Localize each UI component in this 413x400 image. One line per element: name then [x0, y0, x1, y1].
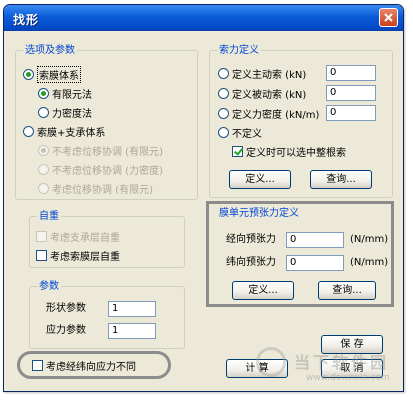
radio-label: 索膜体系 — [37, 65, 81, 83]
radio-icon — [218, 126, 229, 138]
checkbox-cable-layer[interactable]: 考虑索膜层自重 — [36, 248, 120, 263]
close-button[interactable] — [379, 8, 398, 27]
radio-icon — [23, 68, 34, 80]
radio-label: 定义主动索 (kN) — [232, 69, 307, 81]
checkbox-label: 考虑索膜层自重 — [50, 251, 120, 263]
prestress-define-button[interactable]: 定义... — [232, 281, 294, 300]
weft-prestress-unit: (N/mm) — [350, 257, 389, 268]
radio-label: 不考虑位移协调 (有限元) — [52, 146, 163, 158]
params-group: 参数 — [29, 280, 185, 349]
close-icon — [384, 13, 393, 22]
radio-label: 定义被动索 (kN) — [232, 89, 307, 101]
radio-label: 力密度法 — [52, 108, 92, 120]
warp-prestress-unit: (N/mm) — [350, 234, 389, 245]
radio-cable-membrane[interactable]: 索膜体系 — [23, 65, 81, 83]
stress-param-label: 应力参数 — [46, 325, 86, 336]
cancel-button[interactable]: 取 消 — [321, 359, 383, 378]
self-weight-legend: 自重 — [37, 210, 61, 223]
warp-prestress-input[interactable]: 0 — [286, 232, 344, 248]
checkbox-label: 定义时可以选中整根索 — [246, 147, 346, 159]
radio-icon — [218, 107, 229, 119]
checkbox-icon — [36, 230, 47, 242]
radio-label: 有限元法 — [52, 89, 92, 101]
radio-icon — [38, 182, 49, 194]
options-legend: 选项及参数 — [23, 44, 77, 57]
checkbox-label: 考虑支承层自重 — [50, 232, 120, 244]
calculate-button[interactable]: 计 算 — [226, 359, 288, 378]
radio-disp-opt3[interactable]: 考虑位移协调 (有限元) — [38, 181, 153, 196]
radio-cable-membrane-support[interactable]: 索膜+支承体系 — [23, 124, 106, 139]
radio-active-cable[interactable]: 定义主动索 (kN) — [218, 66, 307, 81]
radio-icon — [23, 125, 34, 137]
title-bar: 找形 — [4, 5, 403, 31]
cable-force-legend: 索力定义 — [217, 44, 261, 57]
stress-param-input[interactable]: 1 — [108, 323, 156, 339]
radio-label: 考虑位移协调 (有限元) — [52, 184, 153, 196]
radio-passive-cable[interactable]: 定义被动索 (kN) — [218, 86, 307, 101]
force-density-input[interactable]: 0 — [326, 105, 376, 121]
radio-icon — [38, 163, 49, 175]
radio-finite-element[interactable]: 有限元法 — [38, 86, 92, 101]
save-button[interactable]: 保 存 — [321, 335, 383, 354]
radio-icon — [38, 144, 49, 156]
active-cable-input[interactable]: 0 — [326, 65, 376, 81]
prestress-query-button[interactable]: 查询... — [318, 281, 376, 300]
shape-param-input[interactable]: 1 — [108, 301, 156, 317]
radio-icon — [218, 87, 229, 99]
highlight-oval — [17, 351, 171, 379]
radio-label: 定义力密度 (kN/m) — [232, 109, 320, 121]
radio-disp-opt2[interactable]: 不考虑位移协调 (力密度) — [38, 162, 163, 177]
shape-param-label: 形状参数 — [46, 303, 86, 314]
checkbox-icon — [232, 145, 243, 157]
radio-force-density-def[interactable]: 定义力密度 (kN/m) — [218, 106, 320, 121]
radio-undefined[interactable]: 不定义 — [218, 125, 262, 140]
weft-prestress-input[interactable]: 0 — [286, 255, 344, 271]
radio-icon — [38, 87, 49, 99]
cable-query-button[interactable]: 查询... — [310, 170, 372, 189]
radio-label: 不考虑位移协调 (力密度) — [52, 165, 163, 177]
window-title: 找形 — [13, 13, 40, 27]
radio-icon — [38, 106, 49, 118]
prestress-legend: 膜单元预张力定义 — [217, 207, 301, 220]
params-legend: 参数 — [37, 280, 61, 293]
radio-force-density[interactable]: 力密度法 — [38, 105, 92, 120]
checkbox-icon — [36, 249, 47, 261]
radio-label: 不定义 — [232, 128, 262, 140]
radio-icon — [218, 67, 229, 79]
dialog-window: 找形 选项及参数 索膜体系 有限元法 力密度法 索膜+支承体系 不考虑位移协调 … — [3, 4, 404, 392]
checkbox-support-layer[interactable]: 考虑支承层自重 — [36, 229, 120, 244]
checkbox-select-whole-cable[interactable]: 定义时可以选中整根索 — [232, 144, 346, 159]
passive-cable-input[interactable]: 0 — [326, 85, 376, 101]
cable-define-button[interactable]: 定义... — [229, 170, 291, 189]
weft-prestress-label: 纬向预张力 — [226, 257, 276, 268]
radio-disp-opt1[interactable]: 不考虑位移协调 (有限元) — [38, 143, 163, 158]
warp-prestress-label: 经向预张力 — [226, 234, 276, 245]
radio-label: 索膜+支承体系 — [37, 127, 106, 139]
